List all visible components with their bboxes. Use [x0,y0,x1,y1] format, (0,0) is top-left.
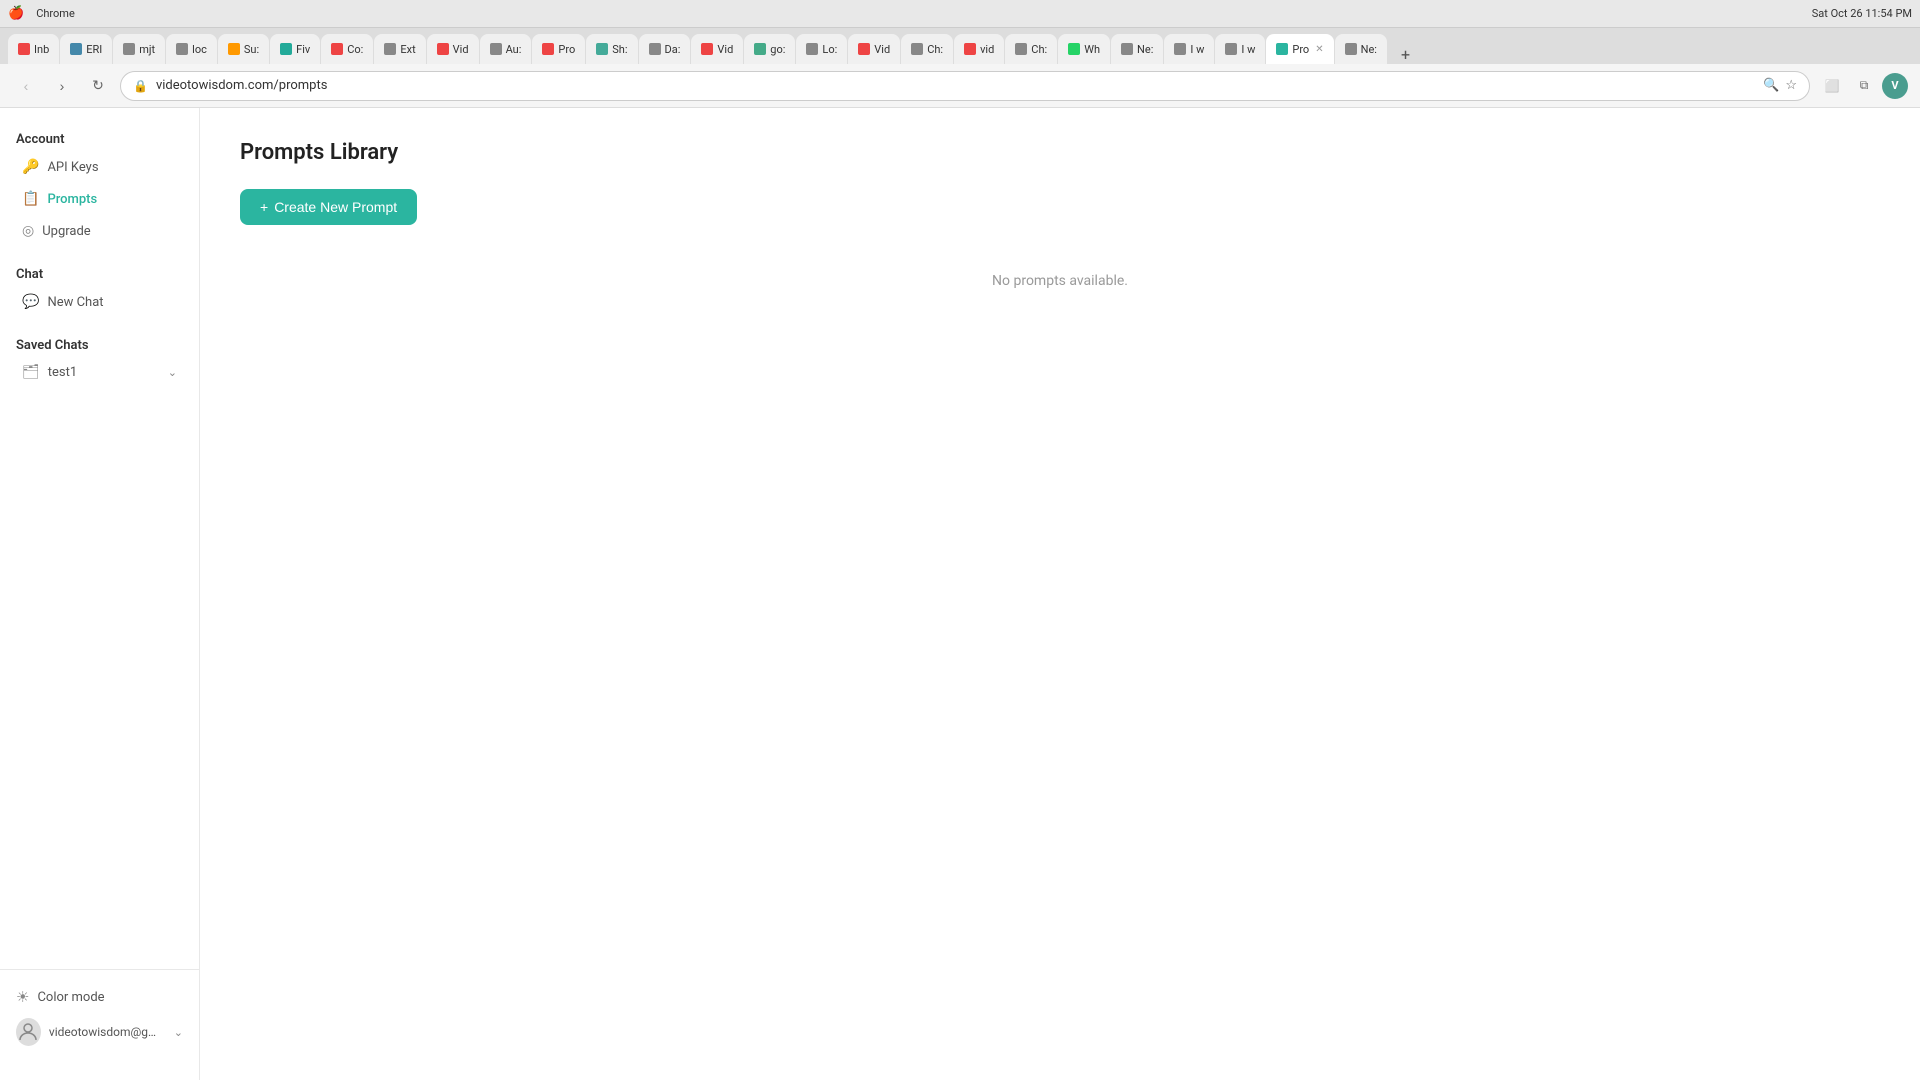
tab-iw1[interactable]: I w [1164,34,1214,64]
api-keys-icon: 🔑 [22,159,39,175]
nav-actions: ⬜ ⧉ V [1818,72,1908,100]
tab-mjt[interactable]: mjt [113,34,165,64]
chat-section-label: Chat [0,259,199,286]
color-mode-row[interactable]: ☀ Color mode [16,982,183,1012]
browser-chrome: Inb ERI mjt loc Su: Fiv Co: Ext Vid Au: … [0,28,1920,108]
folder-icon: 🗂 [22,364,40,380]
user-row[interactable]: videotowisdom@gmail... ⌄ [16,1012,183,1052]
app-container: Account 🔑 API Keys 📋 Prompts ◎ Upgrade C… [0,108,1920,1080]
tab-vid1[interactable]: Vid [427,34,479,64]
tab-lo[interactable]: Lo: [796,34,847,64]
tab-vid3[interactable]: Vid [848,34,900,64]
user-email: videotowisdom@gmail... [49,1025,166,1039]
user-expand-icon: ⌄ [174,1026,183,1039]
tab-ne2[interactable]: Ne: [1335,34,1387,64]
saved-chat-test1-label: test1 [48,365,77,380]
avatar [16,1018,41,1046]
tab-bar: Inb ERI mjt loc Su: Fiv Co: Ext Vid Au: … [0,28,1920,64]
tab-da[interactable]: Da: [639,34,691,64]
lock-icon: 🔒 [133,79,148,93]
mac-time: Sat Oct 26 11:54 PM [1812,7,1912,20]
tab-ne1[interactable]: Ne: [1111,34,1163,64]
upgrade-label: Upgrade [42,224,90,239]
color-mode-label: Color mode [37,990,104,1005]
mac-topbar-left: 🍎 Chrome [8,6,75,21]
tab-ext[interactable]: Ext [374,34,425,64]
tab-co[interactable]: Co: [321,34,373,64]
tab-ch1[interactable]: Ch: [901,34,953,64]
prompts-icon: 📋 [22,191,39,207]
profile-avatar[interactable]: V [1882,73,1908,99]
new-chat-icon: 💬 [22,294,39,310]
back-button[interactable]: ‹ [12,72,40,100]
tab-ch2[interactable]: Ch: [1005,34,1057,64]
tab-go[interactable]: go: [744,34,795,64]
new-tab-button[interactable]: + [1393,45,1418,64]
address-bar-icons: 🔍 ☆ [1763,78,1797,93]
nav-bar: ‹ › ↻ 🔒 videotowisdom.com/prompts 🔍 ☆ ⬜ … [0,64,1920,108]
tab-vid4[interactable]: vid [954,34,1004,64]
account-section-label: Account [0,124,199,151]
tab-search-button[interactable]: ⧉ [1850,72,1878,100]
tab-iw2[interactable]: I w [1215,34,1265,64]
tabs-container: Inb ERI mjt loc Su: Fiv Co: Ext Vid Au: … [8,28,1387,64]
tab-au[interactable]: Au: [480,34,532,64]
prompts-label: Prompts [47,192,97,207]
tab-sh[interactable]: Sh: [586,34,637,64]
saved-chat-left: 🗂 test1 [22,364,77,380]
tab-loc[interactable]: loc [166,34,217,64]
upgrade-icon: ◎ [22,223,34,239]
sidebar: Account 🔑 API Keys 📋 Prompts ◎ Upgrade C… [0,108,200,1080]
saved-chat-test1[interactable]: 🗂 test1 ⌄ [6,357,193,387]
create-button-label: Create New Prompt [274,199,397,215]
tab-pro-active[interactable]: Pro ✕ [1266,34,1333,64]
tab-pro1[interactable]: Pro [532,34,585,64]
empty-message: No prompts available. [240,273,1880,289]
tab-eri[interactable]: ERI [60,34,112,64]
tab-fiv[interactable]: Fiv [270,34,320,64]
tab-wh[interactable]: Wh [1058,34,1110,64]
tab-gmail[interactable]: Inb [8,34,59,64]
color-mode-icon: ☀ [16,988,29,1006]
url-text: videotowisdom.com/prompts [156,78,328,93]
tab-su[interactable]: Su: [218,34,269,64]
mac-topbar-right: Sat Oct 26 11:54 PM [1812,7,1912,20]
reload-button[interactable]: ↻ [84,72,112,100]
tab-vid2[interactable]: Vid [691,34,743,64]
saved-chat-chevron-icon: ⌄ [168,366,177,379]
forward-button[interactable]: › [48,72,76,100]
main-content: Prompts Library + Create New Prompt No p… [200,108,1920,1080]
address-bar[interactable]: 🔒 videotowisdom.com/prompts 🔍 ☆ [120,71,1810,101]
new-chat-label: New Chat [47,295,103,310]
sidebar-item-api-keys[interactable]: 🔑 API Keys [6,151,193,183]
star-icon[interactable]: ☆ [1785,78,1797,93]
active-tab-close-icon[interactable]: ✕ [1315,44,1323,55]
plus-icon: + [260,199,268,215]
create-new-prompt-button[interactable]: + Create New Prompt [240,189,417,225]
saved-chats-section-label: Saved Chats [0,330,199,357]
page-title: Prompts Library [240,140,1880,165]
search-icon[interactable]: 🔍 [1763,78,1779,93]
mac-topbar: 🍎 Chrome Sat Oct 26 11:54 PM [0,0,1920,28]
apple-logo-icon: 🍎 [8,6,24,21]
api-keys-label: API Keys [47,160,98,175]
mac-app-name: Chrome [36,7,75,20]
sidebar-bottom: ☀ Color mode videotowisdom@gmail... ⌄ [0,969,199,1064]
extensions-button[interactable]: ⬜ [1818,72,1846,100]
sidebar-item-prompts[interactable]: 📋 Prompts [6,183,193,215]
sidebar-item-upgrade[interactable]: ◎ Upgrade [6,215,193,247]
sidebar-item-new-chat[interactable]: 💬 New Chat [6,286,193,318]
